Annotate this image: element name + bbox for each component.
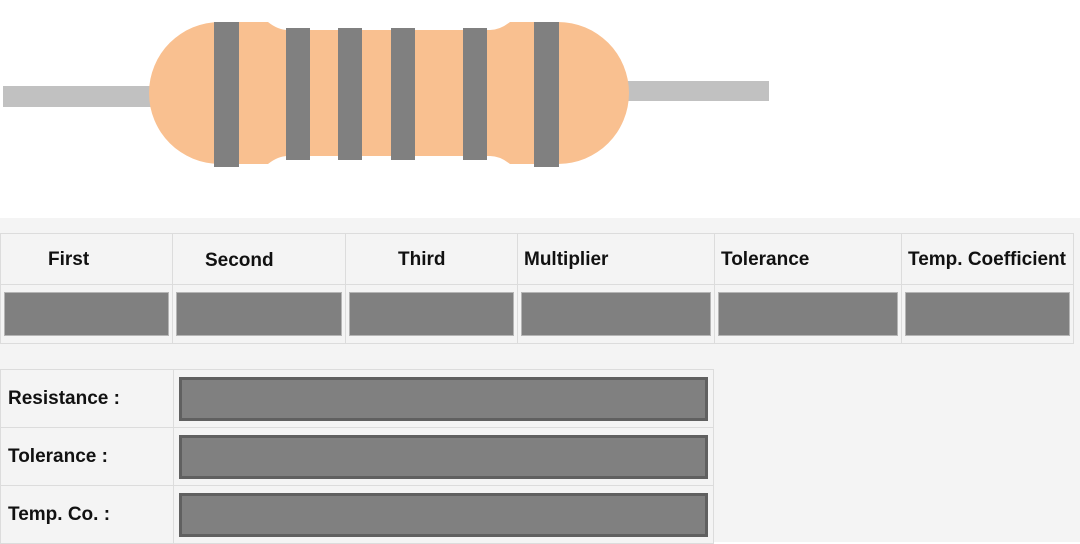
tolerance-cell: [714, 284, 902, 344]
header-second: Second: [172, 233, 346, 285]
second-band-select[interactable]: [176, 292, 342, 336]
first-band-select[interactable]: [4, 292, 169, 336]
tolerance-select[interactable]: [718, 292, 898, 336]
resistance-label: Resistance :: [0, 369, 174, 428]
color-band-4: [391, 28, 415, 160]
multiplier-cell: [517, 284, 715, 344]
color-band-5: [463, 28, 487, 160]
color-band-2: [286, 28, 310, 160]
header-third: Third: [345, 233, 518, 285]
third-band-select[interactable]: [349, 292, 514, 336]
temp-coefficient-select[interactable]: [905, 292, 1070, 336]
header-temp-coefficient: Temp. Coefficient: [901, 233, 1074, 285]
header-first: First: [0, 233, 173, 285]
temp-coefficient-cell: [901, 284, 1074, 344]
header-tolerance: Tolerance: [714, 233, 902, 285]
calculator-panel: First Second Third Multiplier Tolerance …: [0, 218, 1080, 544]
results-table: Resistance : Tolerance : Temp. Co. :: [0, 369, 714, 544]
tolerance-label: Tolerance :: [0, 427, 174, 486]
multiplier-select[interactable]: [521, 292, 711, 336]
band-selector-table: First Second Third Multiplier Tolerance …: [0, 233, 1074, 344]
temp-co-label: Temp. Co. :: [0, 485, 174, 544]
header-multiplier: Multiplier: [517, 233, 715, 285]
resistor-lead-left: [3, 86, 153, 107]
color-band-3: [338, 28, 362, 160]
color-band-6: [534, 22, 559, 167]
second-band-cell: [172, 284, 346, 344]
first-band-cell: [0, 284, 173, 344]
temp-co-output: [179, 492, 708, 537]
tolerance-output: [179, 434, 708, 479]
temp-co-cell: [173, 485, 714, 544]
resistor-lead-right: [624, 81, 769, 101]
color-band-1: [214, 22, 239, 167]
resistance-cell: [173, 369, 714, 428]
third-band-cell: [345, 284, 518, 344]
resistor-illustration: [0, 0, 1080, 218]
resistance-output: [179, 376, 708, 421]
tolerance-result-cell: [173, 427, 714, 486]
